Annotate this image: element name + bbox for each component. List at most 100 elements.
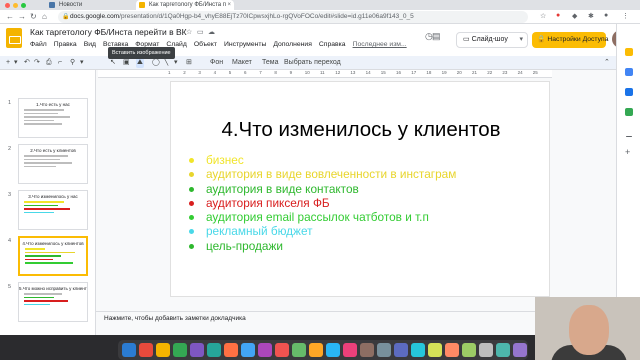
extension-icon[interactable]: ◆ bbox=[572, 12, 577, 20]
chevron-down-icon[interactable]: ▾ bbox=[519, 33, 523, 47]
calendar-icon[interactable] bbox=[625, 88, 633, 96]
redo-icon[interactable]: ↷ bbox=[34, 58, 40, 68]
menu-edit[interactable]: Правка bbox=[54, 41, 77, 51]
chevron-down-icon[interactable]: ▾ bbox=[80, 58, 84, 68]
dock-app-icon[interactable] bbox=[377, 343, 391, 357]
bullet-item[interactable]: аудитория в виде вовлеченности в инстагр… bbox=[189, 167, 456, 181]
add-icon[interactable]: + bbox=[625, 148, 633, 157]
browser-tab-slides[interactable]: Как таргетологу ФБ/Инста п × bbox=[136, 0, 234, 10]
slide-thumbnail-active[interactable]: 4.Что изменилось у клиентов bbox=[18, 236, 88, 276]
slide-thumbnail[interactable]: 5.Что можно исправить у клиентов bbox=[18, 282, 88, 322]
dock-app-icon[interactable] bbox=[411, 343, 425, 357]
close-window-icon[interactable] bbox=[5, 3, 10, 8]
transition-label[interactable]: Выбрать переход bbox=[284, 58, 341, 68]
url-field[interactable]: 🔒 docs.google.com/presentation/d/1Qa0Hgp… bbox=[58, 11, 528, 23]
dock-app-icon[interactable] bbox=[292, 343, 306, 357]
zoom-window-icon[interactable] bbox=[21, 3, 26, 8]
dock-app-icon[interactable] bbox=[241, 343, 255, 357]
document-title[interactable]: Как таргетологу ФБ/Инста перейти в ВК bbox=[30, 27, 187, 37]
move-folder-icon[interactable]: ▭ bbox=[197, 28, 204, 36]
dock-app-icon[interactable] bbox=[445, 343, 459, 357]
slide-title[interactable]: 4.Что изменилось у клиентов bbox=[171, 118, 551, 142]
speaker-notes[interactable]: Нажмите, чтобы добавить заметки докладчи… bbox=[104, 315, 246, 322]
thumbnail-title: 5.Что можно исправить у клиентов bbox=[19, 286, 87, 291]
menu-file[interactable]: Файл bbox=[30, 41, 47, 51]
more-icon[interactable]: ⋮ bbox=[622, 12, 629, 20]
menu-view[interactable]: Вид bbox=[84, 41, 96, 51]
cloud-status-icon[interactable]: ☁ bbox=[208, 28, 215, 36]
extensions-puzzle-icon[interactable]: ✱ bbox=[588, 12, 594, 20]
bullet-item[interactable]: аудитория пикселя ФБ bbox=[189, 196, 456, 210]
dock-app-icon[interactable] bbox=[479, 343, 493, 357]
dock-app-icon[interactable] bbox=[173, 343, 187, 357]
slide-thumbnail[interactable]: 2.Что есть у клиентов bbox=[18, 144, 88, 184]
dock-app-icon[interactable] bbox=[428, 343, 442, 357]
dock-app-icon[interactable] bbox=[496, 343, 510, 357]
theme-label[interactable]: Тема bbox=[262, 58, 278, 68]
last-edit-link[interactable]: Последнее изм... bbox=[353, 41, 407, 51]
comment-icon[interactable]: ⊞ bbox=[186, 58, 192, 68]
bullet-item[interactable]: аудитория в виде контактов bbox=[189, 182, 456, 196]
bullet-item[interactable]: рекламный бюджет bbox=[189, 224, 456, 238]
menu-help[interactable]: Справка bbox=[319, 41, 346, 51]
dock-app-icon[interactable] bbox=[343, 343, 357, 357]
dock-app-icon[interactable] bbox=[139, 343, 153, 357]
keep-icon[interactable] bbox=[625, 48, 633, 56]
dock-app-icon[interactable] bbox=[122, 343, 136, 357]
tasks-icon[interactable] bbox=[625, 68, 633, 76]
insert-image-icon[interactable]: ⛰ bbox=[136, 58, 144, 68]
dock-app-icon[interactable] bbox=[207, 343, 221, 357]
slides-logo-icon[interactable] bbox=[6, 28, 22, 48]
dock-app-icon[interactable] bbox=[190, 343, 204, 357]
star-icon[interactable]: ☆ bbox=[186, 28, 192, 36]
print-icon[interactable]: ⎙ bbox=[46, 58, 52, 68]
line-icon[interactable]: ╲ bbox=[164, 58, 168, 68]
background-label[interactable]: Фон bbox=[210, 58, 223, 68]
forward-icon[interactable]: → bbox=[18, 12, 26, 22]
dock-app-icon[interactable] bbox=[309, 343, 323, 357]
browser-tab-news[interactable]: Новости bbox=[46, 0, 134, 10]
slideshow-button[interactable]: ▭ Слайд-шоу ▾ bbox=[456, 32, 528, 48]
comments-icon[interactable]: ▤ bbox=[432, 31, 441, 42]
dock-app-icon[interactable] bbox=[275, 343, 289, 357]
shape-icon[interactable]: ◯ bbox=[152, 58, 160, 68]
slide[interactable]: 4.Что изменилось у клиентов бизнес аудито… bbox=[170, 81, 550, 297]
chevron-down-icon[interactable]: ▾ bbox=[14, 58, 18, 68]
home-icon[interactable]: ⌂ bbox=[42, 12, 47, 22]
slide-thumbnail[interactable]: 3.Что изменилось у нас bbox=[18, 190, 88, 230]
share-button[interactable]: 🔒 Настройки Доступа bbox=[532, 32, 608, 48]
dock-app-icon[interactable] bbox=[156, 343, 170, 357]
text-box-icon[interactable]: ▣ bbox=[123, 58, 130, 68]
dock-app-icon[interactable] bbox=[513, 343, 527, 357]
layout-label[interactable]: Макет bbox=[232, 58, 252, 68]
select-icon[interactable]: ↖ bbox=[110, 58, 116, 68]
minimize-window-icon[interactable] bbox=[13, 3, 18, 8]
bullet-list[interactable]: бизнес аудитория в виде вовлеченности в и… bbox=[189, 153, 456, 253]
bullet-item[interactable]: аудитория email рассылок чатботов и т.п bbox=[189, 210, 456, 224]
reload-icon[interactable]: ↻ bbox=[30, 12, 37, 22]
undo-icon[interactable]: ↶ bbox=[24, 58, 30, 68]
tab-close-icon[interactable]: × bbox=[227, 0, 231, 10]
bullet-item[interactable]: бизнес bbox=[189, 153, 456, 167]
profile-icon[interactable]: ● bbox=[604, 12, 608, 19]
maps-icon[interactable] bbox=[625, 108, 633, 116]
dock-app-icon[interactable] bbox=[360, 343, 374, 357]
dock-app-icon[interactable] bbox=[224, 343, 238, 357]
dock-app-icon[interactable] bbox=[258, 343, 272, 357]
menu-tools[interactable]: Инструменты bbox=[224, 41, 266, 51]
chevron-up-icon[interactable]: ⌃ bbox=[604, 58, 610, 68]
back-icon[interactable]: ← bbox=[6, 12, 14, 22]
dock-app-icon[interactable] bbox=[326, 343, 340, 357]
bookmark-icon[interactable]: ☆ bbox=[540, 12, 546, 20]
zoom-icon[interactable]: ⚲ bbox=[70, 58, 75, 68]
dock-app-icon[interactable] bbox=[394, 343, 408, 357]
chevron-down-icon[interactable]: ▾ bbox=[174, 58, 178, 68]
menu-object[interactable]: Объект bbox=[194, 41, 217, 51]
bullet-item[interactable]: цель-продажи bbox=[189, 239, 456, 253]
menu-addons[interactable]: Дополнения bbox=[273, 41, 312, 51]
extension-icon[interactable]: ● bbox=[556, 12, 560, 19]
new-slide-icon[interactable]: + bbox=[6, 58, 10, 68]
paint-format-icon[interactable]: ⌐ bbox=[58, 58, 62, 68]
slide-thumbnail[interactable]: 1.Что есть у нас bbox=[18, 98, 88, 138]
dock-app-icon[interactable] bbox=[462, 343, 476, 357]
